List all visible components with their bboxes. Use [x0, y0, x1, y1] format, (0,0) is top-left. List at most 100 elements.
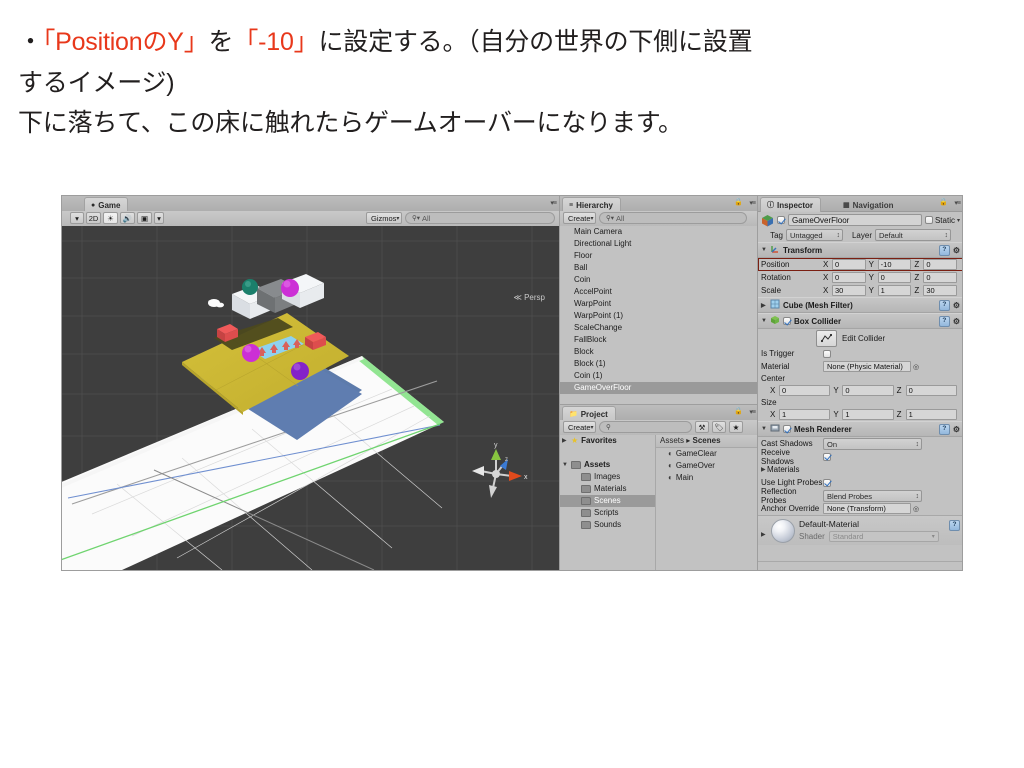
filter-by-label-icon[interactable]: 🏷: [712, 421, 726, 433]
center-z-input[interactable]: 0: [905, 385, 957, 396]
hierarchy-item[interactable]: Coin: [560, 274, 758, 286]
project-tree[interactable]: ▶ ★ Favorites ▼ Assets Images Materials Scenes…: [560, 435, 655, 570]
scene-audio-icon[interactable]: 🔊: [120, 212, 135, 224]
object-active-checkbox[interactable]: [777, 216, 785, 224]
mesh-renderer-component-header[interactable]: ▼ Mesh Renderer ? ⚙: [758, 421, 962, 437]
center-y-input[interactable]: 0: [842, 385, 894, 396]
gear-icon[interactable]: ⚙: [953, 317, 960, 326]
anchor-override-objectfield[interactable]: None (Transform): [823, 503, 911, 514]
edit-collider-button[interactable]: [816, 329, 837, 347]
project-tree-item[interactable]: ▶ ★ Favorites: [560, 435, 655, 447]
size-x-input[interactable]: 1: [779, 409, 831, 420]
hierarchy-item[interactable]: WarpPoint: [560, 298, 758, 310]
mesh-renderer-enabled-checkbox[interactable]: [783, 425, 791, 433]
tab-hierarchy[interactable]: ≡ Hierarchy: [562, 197, 622, 212]
hierarchy-options-icon[interactable]: ▾≡: [749, 199, 756, 207]
hierarchy-item[interactable]: Floor: [560, 250, 758, 262]
gear-icon[interactable]: ⚙: [953, 246, 960, 255]
hierarchy-item[interactable]: WarpPoint (1): [560, 310, 758, 322]
project-tree-item[interactable]: Materials: [560, 483, 655, 495]
expand-triangle-icon[interactable]: ▶: [761, 302, 767, 309]
is-trigger-checkbox[interactable]: [823, 349, 831, 358]
object-picker-icon[interactable]: ◎: [913, 505, 919, 513]
asset-item[interactable]: ◐ Main: [656, 472, 758, 484]
collapse-triangle-icon[interactable]: ▼: [761, 318, 767, 324]
expand-triangle-icon[interactable]: ▼: [562, 459, 568, 471]
tab-navigation[interactable]: ▦ Navigation: [836, 197, 902, 212]
project-search-input[interactable]: ⚲: [599, 421, 692, 433]
size-z-input[interactable]: 1: [905, 409, 957, 420]
project-create-button[interactable]: Create ▾: [563, 421, 596, 433]
help-icon[interactable]: ?: [938, 315, 950, 327]
help-icon[interactable]: ?: [938, 423, 950, 435]
tab-project[interactable]: 📁 Project: [562, 406, 616, 421]
hierarchy-item[interactable]: Block: [560, 346, 758, 358]
object-picker-icon[interactable]: ◎: [913, 363, 919, 371]
project-tree-item[interactable]: Sounds: [560, 519, 655, 531]
display-dropdown[interactable]: ▾: [70, 212, 84, 224]
gizmos-dropdown[interactable]: Gizmos ▾: [366, 212, 402, 224]
hierarchy-search-input[interactable]: ⚲▾ All: [599, 212, 747, 224]
transform-scale-y-input[interactable]: 1: [877, 285, 912, 296]
project-tree-item[interactable]: Scenes: [560, 495, 655, 507]
breadcrumb[interactable]: Assets ▸ Scenes: [656, 435, 758, 448]
hierarchy-item[interactable]: FallBlock: [560, 334, 758, 346]
hierarchy-item[interactable]: Directional Light: [560, 238, 758, 250]
size-y-input[interactable]: 1: [842, 409, 894, 420]
transform-position-z-input[interactable]: 0: [923, 259, 958, 270]
transform-rotation-z-input[interactable]: 0: [923, 272, 958, 283]
inspector-options-icon[interactable]: ▾≡: [954, 199, 961, 207]
lock-icon[interactable]: 🔒: [734, 407, 743, 415]
hierarchy-item[interactable]: Ball: [560, 262, 758, 274]
transform-component-header[interactable]: ▼ Transform ? ⚙: [758, 242, 962, 258]
hierarchy-item[interactable]: Coin (1): [560, 370, 758, 382]
layer-dropdown[interactable]: Default: [875, 229, 951, 241]
hierarchy-item[interactable]: Block (1): [560, 358, 758, 370]
help-icon[interactable]: ?: [949, 520, 960, 531]
cast-shadows-dropdown[interactable]: On: [823, 437, 922, 450]
chevron-down-icon[interactable]: ▾: [957, 217, 960, 224]
center-x-input[interactable]: 0: [779, 385, 831, 396]
transform-scale-x-input[interactable]: 30: [832, 285, 866, 296]
transform-rotation-y-input[interactable]: 0: [877, 272, 912, 283]
tab-game[interactable]: ● Game: [84, 197, 129, 212]
scene-viewport[interactable]: y x z ≪ Persp: [62, 226, 559, 570]
expand-triangle-icon[interactable]: ▶: [562, 435, 568, 447]
expand-triangle-icon[interactable]: ▶: [761, 531, 767, 538]
scene-fx-icon[interactable]: ▣: [137, 212, 152, 224]
transform-position-x-input[interactable]: 0: [832, 259, 866, 270]
hierarchy-item[interactable]: AccelPoint: [560, 286, 758, 298]
scene-lighting-icon[interactable]: ☀: [103, 212, 118, 224]
transform-scale-z-input[interactable]: 30: [923, 285, 958, 296]
mesh-filter-component-header[interactable]: ▶ Cube (Mesh Filter) ? ⚙: [758, 297, 962, 313]
gear-icon[interactable]: ⚙: [953, 301, 960, 310]
help-icon[interactable]: ?: [938, 244, 950, 256]
scene-projection-label[interactable]: ≪ Persp: [513, 293, 545, 302]
static-toggle-group[interactable]: Static ▾: [924, 216, 960, 225]
tab-inspector[interactable]: ⓘ Inspector: [760, 197, 822, 212]
help-icon[interactable]: ?: [938, 299, 950, 311]
asset-item[interactable]: ◐ GameOver: [656, 460, 758, 472]
hierarchy-item[interactable]: Main Camera: [560, 226, 758, 238]
lock-icon[interactable]: 🔒: [939, 198, 948, 206]
project-contents[interactable]: Assets ▸ Scenes ◐ GameClear ◐ GameOver ◐ Main: [655, 435, 758, 570]
use-light-probes-checkbox[interactable]: [823, 478, 831, 487]
filter-by-type-icon[interactable]: ⚒: [695, 421, 709, 433]
project-tree-item[interactable]: Scripts: [560, 507, 655, 519]
project-options-icon[interactable]: ▾≡: [749, 408, 756, 416]
game-view-options-icon[interactable]: ▾≡: [550, 199, 557, 207]
static-checkbox[interactable]: [924, 216, 933, 224]
lock-icon[interactable]: 🔒: [734, 198, 743, 206]
asset-item[interactable]: ◐ GameClear: [656, 448, 758, 460]
breadcrumb-root[interactable]: Assets: [660, 436, 684, 445]
hierarchy-item[interactable]: GameOverFloor: [560, 382, 758, 394]
collapse-triangle-icon[interactable]: ▼: [761, 247, 767, 253]
transform-position-y-input[interactable]: -10: [877, 259, 912, 270]
scene-fx-dropdown[interactable]: ▾: [154, 212, 164, 224]
physic-material-objectfield[interactable]: None (Physic Material): [823, 361, 911, 372]
hierarchy-list[interactable]: Main Camera Directional Light Floor Ball Coi…: [560, 226, 758, 404]
scene-search-input[interactable]: ⚲▾ All: [405, 212, 555, 224]
hierarchy-item[interactable]: ScaleChange: [560, 322, 758, 334]
reflection-probes-dropdown[interactable]: Blend Probes: [823, 489, 922, 502]
project-tree-item[interactable]: ▼ Assets: [560, 459, 655, 471]
